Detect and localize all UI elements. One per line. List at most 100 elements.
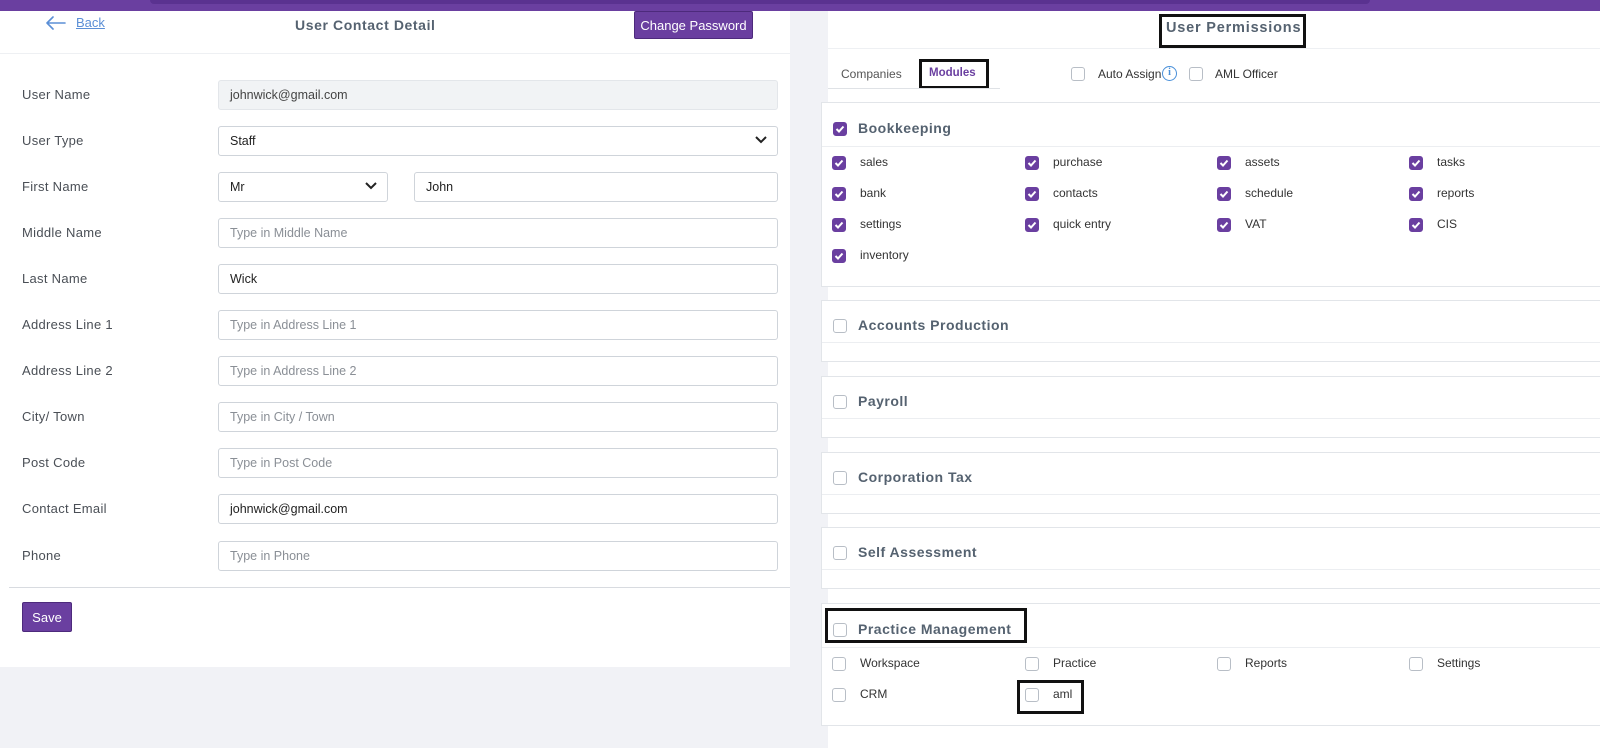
phone-label: Phone — [22, 548, 62, 563]
contact-email-row: Contact Email johnwick@gmail.com — [0, 494, 790, 524]
permission-checkbox-sales[interactable] — [832, 156, 846, 170]
user-type-row: User Type Staff — [0, 126, 790, 156]
permission-checkbox-tasks[interactable] — [1409, 156, 1423, 170]
phone-placeholder: Type in Phone — [230, 549, 310, 563]
postcode-row: Post Code Type in Post Code — [0, 448, 790, 478]
check-icon — [1411, 221, 1421, 229]
user-type-select[interactable]: Staff — [218, 126, 778, 156]
card-divider — [822, 342, 1600, 343]
permission-checkbox-settings[interactable] — [832, 218, 846, 232]
permission-checkbox-assets[interactable] — [1217, 156, 1231, 170]
user-name-label: User Name — [22, 87, 91, 102]
module-title-corporation-tax: Corporation Tax — [858, 469, 973, 485]
middle-name-input[interactable]: Type in Middle Name — [218, 218, 778, 248]
address1-input[interactable]: Type in Address Line 1 — [218, 310, 778, 340]
city-label: City/ Town — [22, 409, 85, 424]
auto-assign-checkbox[interactable] — [1071, 67, 1085, 81]
user-name-field: johnwick@gmail.com — [218, 80, 778, 110]
permission-checkbox-crm[interactable] — [832, 688, 846, 702]
middle-name-label: Middle Name — [22, 225, 102, 240]
chevron-down-icon — [755, 136, 767, 144]
tab-companies[interactable]: Companies — [841, 67, 902, 81]
last-name-row: Last Name Wick — [0, 264, 790, 294]
phone-input[interactable]: Type in Phone — [218, 541, 778, 571]
check-icon — [834, 252, 844, 260]
name-title-select[interactable]: Mr — [218, 172, 388, 202]
contact-header: Back User Contact Detail Change Password — [0, 11, 790, 54]
user-type-label: User Type — [22, 133, 84, 148]
change-password-button[interactable]: Change Password — [634, 11, 753, 39]
aml-officer-checkbox[interactable] — [1189, 67, 1203, 81]
last-name-input[interactable]: Wick — [218, 264, 778, 294]
permission-label-bank: bank — [860, 186, 887, 200]
save-button[interactable]: Save — [22, 602, 72, 632]
permission-checkbox-bank[interactable] — [832, 187, 846, 201]
permission-label-tasks: tasks — [1437, 155, 1466, 169]
permission-checkbox-reports[interactable] — [1217, 657, 1231, 671]
permission-label-sales: sales — [860, 155, 889, 169]
middle-name-placeholder: Type in Middle Name — [230, 226, 348, 240]
permission-label-cis: CIS — [1437, 217, 1458, 231]
tab-modules[interactable]: Modules — [919, 59, 989, 89]
permission-label-crm: CRM — [860, 687, 888, 701]
check-icon — [834, 221, 844, 229]
check-icon — [1411, 190, 1421, 198]
module-checkbox-bookkeeping[interactable] — [833, 122, 847, 136]
user-type-value: Staff — [230, 134, 256, 148]
module-checkbox-payroll[interactable] — [833, 395, 847, 409]
check-icon — [1219, 221, 1229, 229]
info-icon[interactable]: i — [1162, 66, 1177, 81]
permission-checkbox-contacts[interactable] — [1025, 187, 1039, 201]
auto-assign-label: Auto Assign — [1098, 67, 1162, 81]
address2-input[interactable]: Type in Address Line 2 — [218, 356, 778, 386]
check-icon — [1027, 190, 1037, 198]
first-name-input[interactable]: John — [414, 172, 778, 202]
permission-checkbox-reports[interactable] — [1409, 187, 1423, 201]
name-title-value: Mr — [230, 180, 245, 194]
city-placeholder: Type in City / Town — [230, 410, 335, 424]
first-name-row: First Name Mr John — [0, 172, 790, 202]
user-contact-panel: Back User Contact Detail Change Password… — [0, 11, 790, 667]
back-label[interactable]: Back — [76, 15, 105, 30]
permission-label-schedule: schedule — [1245, 186, 1294, 200]
check-icon — [834, 190, 844, 198]
first-name-label: First Name — [22, 179, 89, 194]
contact-email-input[interactable]: johnwick@gmail.com — [218, 494, 778, 524]
module-card-accounts-production: Accounts Production — [821, 300, 1600, 362]
permission-checkbox-inventory[interactable] — [832, 249, 846, 263]
permission-checkbox-schedule[interactable] — [1217, 187, 1231, 201]
tabs-underline — [828, 88, 1000, 89]
check-icon — [835, 125, 845, 133]
aml-officer-label: AML Officer — [1215, 67, 1278, 81]
module-checkbox-self-assessment[interactable] — [833, 546, 847, 560]
module-card-corporation-tax: Corporation Tax — [821, 452, 1600, 514]
card-divider — [822, 494, 1600, 495]
permission-label-assets: assets — [1245, 155, 1280, 169]
permission-checkbox-practice[interactable] — [1025, 657, 1039, 671]
city-input[interactable]: Type in City / Town — [218, 402, 778, 432]
module-title-payroll: Payroll — [858, 393, 909, 409]
permission-label-settings: settings — [860, 217, 902, 231]
card-divider — [822, 418, 1600, 419]
address2-label: Address Line 2 — [22, 363, 113, 378]
permissions-title: User Permissions — [1159, 14, 1306, 48]
top-bar-tab — [150, 0, 1370, 4]
permission-checkbox-purchase[interactable] — [1025, 156, 1039, 170]
module-card-payroll: Payroll — [821, 376, 1600, 438]
permission-checkbox-cis[interactable] — [1409, 218, 1423, 232]
address1-label: Address Line 1 — [22, 317, 113, 332]
permission-label-contacts: contacts — [1053, 186, 1098, 200]
check-icon — [834, 159, 844, 167]
module-checkbox-accounts-production[interactable] — [833, 319, 847, 333]
module-checkbox-corporation-tax[interactable] — [833, 471, 847, 485]
back-link[interactable]: Back — [46, 15, 105, 30]
permission-label-reports: reports — [1437, 186, 1475, 200]
permission-checkbox-quick-entry[interactable] — [1025, 218, 1039, 232]
contact-detail-title: User Contact Detail — [295, 17, 436, 33]
permission-label-inventory: inventory — [860, 248, 909, 262]
permission-checkbox-settings[interactable] — [1409, 657, 1423, 671]
postcode-input[interactable]: Type in Post Code — [218, 448, 778, 478]
permission-checkbox-workspace[interactable] — [832, 657, 846, 671]
permission-checkbox-vat[interactable] — [1217, 218, 1231, 232]
form-divider — [9, 587, 790, 588]
